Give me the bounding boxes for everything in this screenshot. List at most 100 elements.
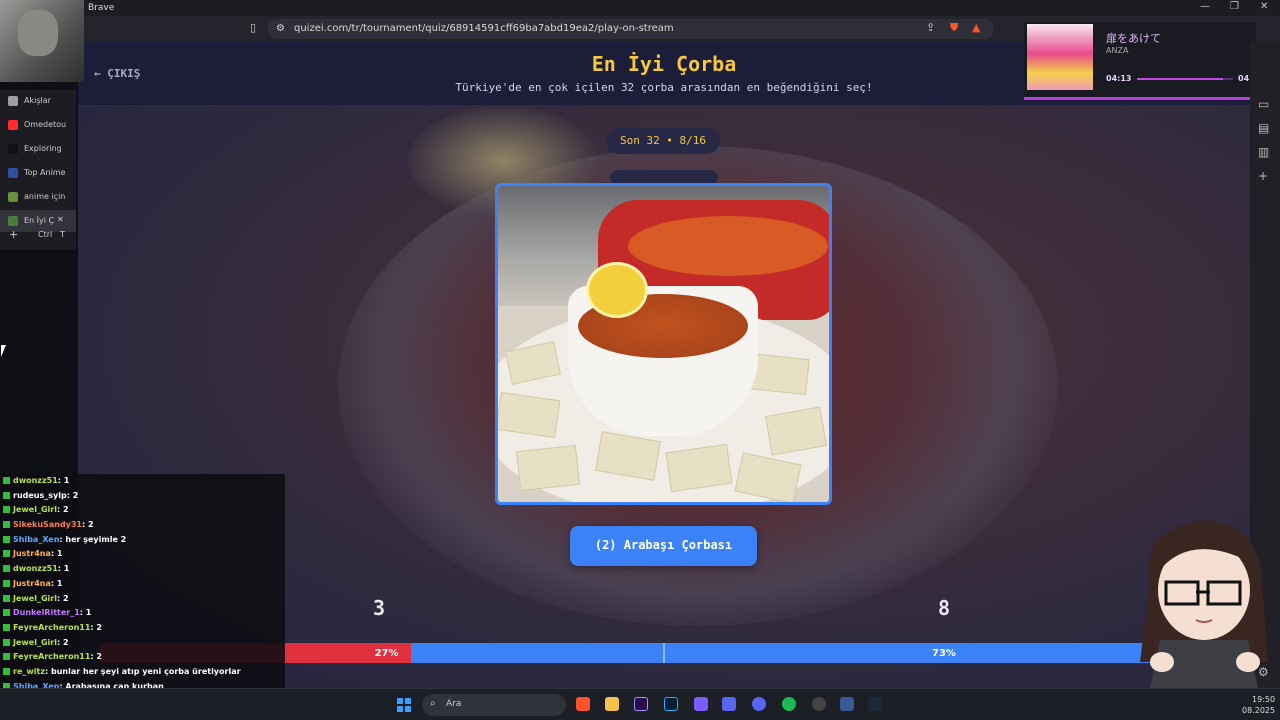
- left-vote-count: 3: [373, 596, 386, 620]
- photoshop-icon[interactable]: [664, 697, 678, 711]
- chat-message: Shiba_Xen: her şeyimle 2: [0, 533, 285, 548]
- tab-favicon-icon: [8, 120, 18, 130]
- chat-badge-icon: [3, 638, 10, 646]
- wallet-icon[interactable]: ▭: [1258, 98, 1272, 110]
- chat-username[interactable]: FeyreArcheron11: [13, 623, 90, 632]
- chat-username[interactable]: SikekuSandy31: [13, 520, 82, 529]
- chat-message: Jewel_Girl: 2: [0, 592, 285, 607]
- chat-message: SikekuSandy31: 2: [0, 518, 285, 533]
- search-icon: ⌕: [430, 698, 436, 709]
- chat-username[interactable]: Justr4na: [13, 549, 51, 558]
- now-playing-widget: 扉をあけて ANZA 04:13 04:42: [1024, 22, 1263, 100]
- chat-message: Jewel_Girl: 2: [0, 636, 285, 651]
- chat-username[interactable]: DunkelRitter_1: [13, 608, 80, 617]
- discord-icon[interactable]: [752, 697, 766, 711]
- chat-username[interactable]: re_witz: [13, 667, 45, 676]
- steam-icon[interactable]: [868, 697, 882, 711]
- chat-message: dwonzz51: 1: [0, 562, 285, 577]
- browser-tab[interactable]: Exploring: [0, 138, 76, 160]
- chat-badge-icon: [3, 565, 10, 573]
- chat-badge-icon: [3, 491, 10, 499]
- chat-username[interactable]: Justr4na: [13, 579, 51, 588]
- right-vote-count: 8: [938, 596, 951, 620]
- bookmarks-panel-icon[interactable]: ▥: [1258, 146, 1272, 158]
- spotify-icon[interactable]: [782, 697, 796, 711]
- shortcut-key: T: [60, 230, 65, 239]
- brave-taskbar-icon[interactable]: [576, 697, 590, 711]
- tab-label: anime için: [24, 192, 66, 201]
- plus-icon[interactable]: +: [1258, 170, 1272, 182]
- taskbar-search[interactable]: ⌕ Ara: [422, 694, 566, 716]
- close-window-icon[interactable]: ✕: [1260, 1, 1268, 12]
- taskbar: ⌕ Ara 19:50 08.2025: [0, 688, 1280, 720]
- tab-favicon-icon: [8, 144, 18, 154]
- chat-message: dwonzz51: 1: [0, 474, 285, 489]
- chat-username[interactable]: Jewel_Girl: [13, 594, 57, 603]
- app3-icon[interactable]: [840, 697, 854, 711]
- date: 08.2025: [1242, 706, 1276, 715]
- chat-message: DunkelRitter_1: 1: [0, 606, 285, 621]
- chat-text: : 2: [81, 520, 94, 530]
- bookmark-icon[interactable]: ▯: [250, 21, 256, 34]
- browser-tab[interactable]: anime için: [0, 186, 76, 208]
- file-explorer-icon[interactable]: [605, 697, 619, 711]
- chat-message: FeyreArcheron11: 2: [0, 650, 285, 665]
- chat-text: : 1: [50, 549, 63, 559]
- chat-username[interactable]: rudeus_sylp: [13, 491, 67, 500]
- chat-message: rudeus_sylp: 2: [0, 489, 285, 504]
- chat-text: : 2: [56, 593, 69, 603]
- app-name: Brave: [88, 3, 115, 13]
- tab-favicon-icon: [8, 168, 18, 178]
- app-icon[interactable]: [694, 697, 708, 711]
- chat-badge-icon: [3, 579, 10, 587]
- close-icon[interactable]: ✕: [57, 215, 64, 224]
- new-tab-button[interactable]: + Ctrl T: [0, 224, 76, 246]
- chat-badge-icon: [3, 535, 10, 543]
- chat-username[interactable]: FeyreArcheron11: [13, 652, 90, 661]
- right-vote-percent: 73%: [932, 648, 956, 659]
- chat-message: FeyreArcheron11: 2: [0, 621, 285, 636]
- option-name-button[interactable]: (2) Arabaşı Çorbası: [570, 526, 757, 566]
- chat-text: : 2: [56, 505, 69, 515]
- chat-text: : bunlar her şeyi atıp yeni çorba üretiy…: [44, 666, 241, 676]
- chat-text: : 1: [57, 476, 70, 485]
- brave-rewards-icon[interactable]: ▲: [972, 21, 980, 34]
- option-image-card[interactable]: [495, 183, 832, 505]
- premiere-icon[interactable]: [634, 697, 648, 711]
- share-icon[interactable]: ⇪: [926, 21, 935, 34]
- webcam-overlay: [0, 0, 84, 82]
- browser-tab[interactable]: Akışlar: [0, 90, 76, 112]
- system-clock: 19:50 08.2025: [1242, 694, 1275, 716]
- chat-message: re_witz: bunlar her şeyi atıp yeni çorba…: [0, 665, 285, 680]
- search-placeholder: Ara: [446, 699, 462, 709]
- windows-start-icon[interactable]: [397, 697, 411, 712]
- brave-shield-icon[interactable]: ⛊: [950, 21, 958, 35]
- minimize-icon[interactable]: —: [1200, 1, 1210, 12]
- chat-badge-icon: [3, 653, 10, 661]
- app2-icon[interactable]: [722, 697, 736, 711]
- reading-list-icon[interactable]: ▤: [1258, 122, 1272, 134]
- chat-badge-icon: [3, 623, 10, 631]
- tab-favicon-icon: [8, 96, 18, 106]
- chat-username[interactable]: Jewel_Girl: [13, 505, 57, 514]
- browser-tab[interactable]: Omedetou: [0, 114, 76, 136]
- chat-username[interactable]: Shiba_Xen: [13, 535, 59, 544]
- chat-username[interactable]: dwonzz51: [13, 564, 58, 573]
- tab-label: Akışlar: [24, 96, 51, 105]
- song-progress: [1137, 78, 1233, 80]
- vote-divider: [663, 643, 665, 663]
- mouse-cursor-icon: [1, 345, 6, 357]
- site-info-icon[interactable]: ⚙: [276, 23, 285, 34]
- obs-icon[interactable]: [812, 697, 826, 711]
- chat-username[interactable]: dwonzz51: [13, 476, 58, 485]
- chat-username[interactable]: Jewel_Girl: [13, 638, 57, 647]
- maximize-icon[interactable]: ❐: [1230, 1, 1239, 12]
- chat-text: : 2: [56, 637, 69, 647]
- chat-badge-icon: [3, 609, 10, 617]
- chat-message: Justr4na: 1: [0, 577, 285, 592]
- chat-badge-icon: [3, 667, 10, 675]
- chat-text: : her şeyimle 2: [59, 534, 127, 544]
- browser-tab[interactable]: Top Anime: [0, 162, 76, 184]
- url-field[interactable]: ⚙ quizei.com/tr/tournament/quiz/68914591…: [268, 19, 994, 39]
- lemon-slice: [586, 262, 648, 318]
